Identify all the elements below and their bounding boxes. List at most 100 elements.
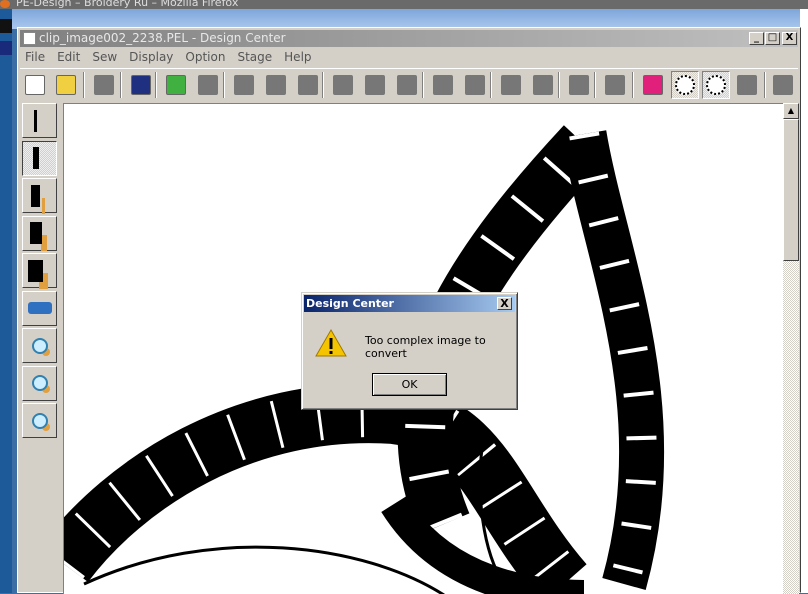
- display-icon: [501, 75, 521, 95]
- monitor-icon: [533, 75, 553, 95]
- menu-file[interactable]: File: [20, 48, 52, 66]
- vertical-scrollbar[interactable]: ▲: [783, 103, 799, 594]
- toolbar-separator: [223, 72, 225, 98]
- undo-button[interactable]: [162, 71, 190, 99]
- firefox-icon: [0, 0, 10, 8]
- save-button[interactable]: [127, 71, 155, 99]
- monitor-button[interactable]: [529, 71, 557, 99]
- save-icon: [131, 75, 151, 95]
- app-icon: [23, 32, 36, 45]
- open-button[interactable]: [52, 71, 80, 99]
- toolbar-separator: [422, 72, 424, 98]
- zoom-fit-icon: [31, 375, 48, 391]
- dialog-message: Too complex image to convert: [365, 334, 486, 360]
- pen-thin-icon: [34, 109, 37, 132]
- sew-icon: [569, 75, 589, 95]
- flower-outline-icon: [675, 75, 695, 95]
- frame-button[interactable]: [429, 71, 457, 99]
- display-button[interactable]: [497, 71, 525, 99]
- window-icon: [605, 75, 625, 95]
- paste-button[interactable]: [294, 71, 322, 99]
- dialog-close-button[interactable]: X: [497, 297, 512, 310]
- flower-dots-icon: [706, 75, 726, 95]
- dialog-title-bar[interactable]: Design Center X: [304, 295, 515, 312]
- scroll-up-arrow-icon[interactable]: ▲: [783, 103, 799, 119]
- sew-button[interactable]: [565, 71, 593, 99]
- silhouette-icon: [737, 75, 757, 95]
- undo-icon: [166, 75, 186, 95]
- numbered-button[interactable]: [461, 71, 489, 99]
- window-button[interactable]: [601, 71, 629, 99]
- open-icon: [56, 75, 76, 95]
- new-button[interactable]: [21, 71, 49, 99]
- toolbar-separator: [155, 72, 157, 98]
- toolbar-separator: [632, 72, 634, 98]
- zoom-out-icon: [31, 412, 48, 429]
- close-button[interactable]: X: [782, 32, 797, 45]
- pen-thicker-tool[interactable]: [22, 215, 57, 251]
- flower-color-button[interactable]: [639, 71, 667, 99]
- pen-thickest-tool[interactable]: [22, 253, 57, 288]
- import-button[interactable]: [90, 71, 118, 99]
- toolbar-separator: [120, 72, 122, 98]
- zoom-in-tool[interactable]: [22, 328, 57, 363]
- menu-option[interactable]: Option: [180, 48, 232, 66]
- background-page: [800, 9, 808, 593]
- zoom-in-icon: [31, 337, 48, 354]
- menu-sew[interactable]: Sew: [87, 48, 124, 66]
- redo-button[interactable]: [194, 71, 222, 99]
- import-icon: [94, 75, 114, 95]
- pen-thicker-icon: [29, 222, 42, 244]
- warning-icon: [315, 329, 347, 357]
- menu-stage[interactable]: Stage: [232, 48, 279, 66]
- copy-button[interactable]: [262, 71, 290, 99]
- rotate-icon: [397, 75, 417, 95]
- menu-display[interactable]: Display: [124, 48, 180, 66]
- message-dialog: Design Center X Too complex image to con…: [301, 292, 518, 410]
- left-toolbar: [20, 103, 60, 443]
- window-title-bar[interactable]: clip_image002_2238.PEL - Design Center _…: [20, 30, 798, 47]
- rotate-left-button[interactable]: [329, 71, 357, 99]
- export-button[interactable]: [769, 71, 797, 99]
- silhouette-button[interactable]: [733, 71, 761, 99]
- toolbar-separator: [764, 72, 766, 98]
- pen-thick-tool[interactable]: [22, 178, 57, 213]
- paste-icon: [298, 75, 318, 95]
- rotate-left-icon: [333, 75, 353, 95]
- numbered-icon: [465, 75, 485, 95]
- frame-icon: [433, 75, 453, 95]
- flower-outline-button[interactable]: [671, 71, 699, 99]
- pen-medium-tool[interactable]: [22, 140, 57, 176]
- minimize-button[interactable]: _: [749, 32, 764, 45]
- flip-button[interactable]: [361, 71, 389, 99]
- flip-icon: [365, 75, 385, 95]
- toolbar-separator: [558, 72, 560, 98]
- maximize-button[interactable]: □: [765, 32, 780, 45]
- zoom-fit-tool[interactable]: [22, 365, 57, 401]
- scroll-thumb[interactable]: [783, 119, 799, 261]
- browser-title: PE-Design – Broidery Ru – Mozilla Firefo…: [16, 0, 239, 9]
- browser-title-bar: PE-Design – Broidery Ru – Mozilla Firefo…: [0, 0, 808, 9]
- toolbar: [20, 68, 798, 100]
- ok-button[interactable]: OK: [372, 373, 447, 396]
- redo-icon: [198, 75, 218, 95]
- background-window: [10, 9, 808, 29]
- menu-edit[interactable]: Edit: [52, 48, 87, 66]
- menu-help[interactable]: Help: [279, 48, 318, 66]
- pen-medium-icon: [32, 147, 39, 169]
- toolbar-separator: [322, 72, 324, 98]
- pen-thickest-icon: [28, 259, 43, 282]
- toolbar-separator: [594, 72, 596, 98]
- pen-thin-tool[interactable]: [22, 103, 57, 138]
- new-icon: [25, 75, 45, 95]
- zoom-out-tool[interactable]: [22, 403, 57, 438]
- pen-thick-icon: [31, 184, 40, 207]
- cut-button[interactable]: [230, 71, 258, 99]
- eraser-tool[interactable]: [22, 290, 57, 326]
- flower-color-icon: [643, 75, 663, 95]
- rotate-button[interactable]: [393, 71, 421, 99]
- copy-icon: [266, 75, 286, 95]
- toolbar-separator: [83, 72, 85, 98]
- desktop-strip: [0, 9, 12, 593]
- flower-dots-button[interactable]: [702, 71, 730, 99]
